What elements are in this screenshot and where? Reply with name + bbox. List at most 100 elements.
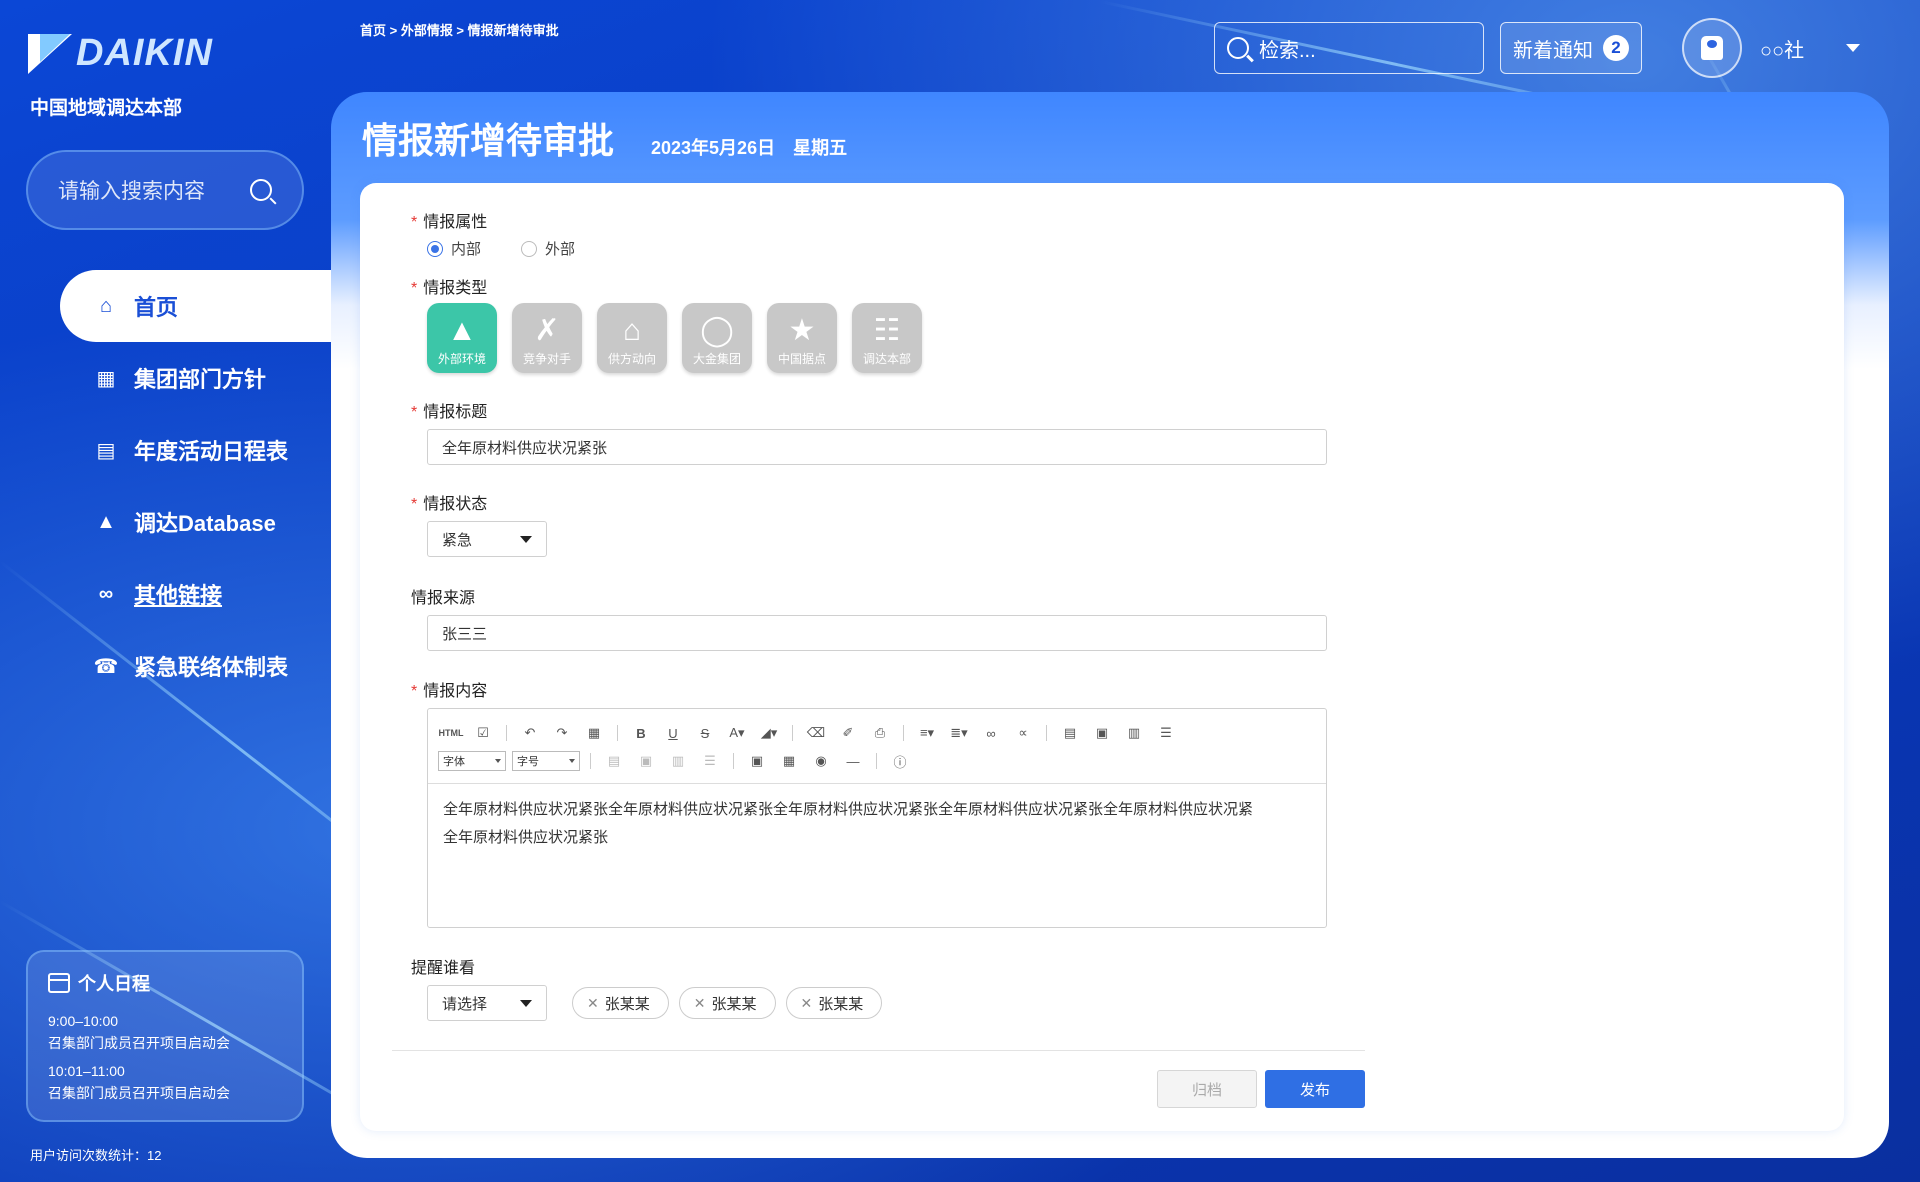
- sidebar-item-database[interactable]: ▲ 调达Database: [60, 486, 332, 558]
- align-left-icon[interactable]: ▤: [1057, 721, 1083, 745]
- schedule-event[interactable]: 10:01–11:00 召集部门成员召开项目启动会: [48, 1060, 282, 1104]
- type-supplier[interactable]: ⌂ 供方动向: [597, 303, 667, 373]
- search-icon[interactable]: [250, 179, 272, 201]
- remind-chip[interactable]: ✕ 张某某: [572, 987, 669, 1019]
- select-all-icon[interactable]: ☑: [470, 721, 496, 745]
- map-pin-icon[interactable]: ◉: [808, 749, 834, 773]
- remind-select[interactable]: 请选择: [427, 985, 547, 1021]
- notification-count-badge: 2: [1603, 35, 1629, 61]
- breadcrumb[interactable]: 首页 > 外部情报 > 情报新增待审批: [360, 20, 559, 39]
- remind-chip[interactable]: ✕ 张某某: [678, 987, 776, 1019]
- paste-icon[interactable]: ⎙: [867, 721, 893, 745]
- chevron-down-icon[interactable]: [1846, 44, 1860, 52]
- close-icon[interactable]: ✕: [801, 995, 813, 1012]
- align-right-icon[interactable]: ▥: [1121, 721, 1147, 745]
- numbered-list-icon[interactable]: ≣▾: [946, 721, 972, 745]
- strikethrough-icon[interactable]: S: [692, 721, 718, 745]
- sidebar-item-emergency[interactable]: ☎ 紧急联络体制表: [60, 630, 332, 702]
- remind-label: 提醒谁看: [411, 960, 476, 977]
- event-desc: 召集部门成员召开项目启动会: [48, 1035, 230, 1051]
- link-icon[interactable]: ∞: [978, 721, 1004, 745]
- horizontal-rule-icon[interactable]: —: [840, 749, 866, 773]
- attr-radio-group: 内部 外部: [427, 238, 575, 259]
- home-icon: ⌂: [99, 294, 113, 317]
- rich-text-editor[interactable]: HTML ☑ ↶ ↷ ▦ B U S A▾ ◢▾ ⌫ ✐ ⎙ ≡▾ ≣▾ ∞ ∝…: [427, 708, 1327, 928]
- source-label: 情报来源: [411, 590, 476, 607]
- undo-icon[interactable]: ↶: [517, 721, 543, 745]
- help-icon[interactable]: ⓘ: [887, 749, 913, 773]
- remind-chip[interactable]: ✕ 张某某: [785, 987, 883, 1019]
- sidebar-item-label: 紧急联络体制表: [134, 655, 289, 680]
- title-input[interactable]: 全年原材料供应状况紧张: [427, 429, 1327, 465]
- schedule-event[interactable]: 9:00–10:00 召集部门成员召开项目启动会: [48, 1010, 282, 1054]
- status-label: * 情报状态: [411, 496, 488, 513]
- indent-left-icon[interactable]: ▤: [601, 749, 627, 773]
- logo-text: DAIKIN: [76, 32, 213, 74]
- attr-radio-external[interactable]: 外部: [521, 238, 575, 259]
- sidebar-item-home[interactable]: ⌂ 首页: [60, 270, 332, 342]
- justify-icon[interactable]: ☰: [1153, 721, 1179, 745]
- underline-icon[interactable]: U: [660, 721, 686, 745]
- globe-icon: ◯: [700, 314, 734, 347]
- status-select[interactable]: 紧急: [427, 521, 547, 557]
- header-search-placeholder: 检索...: [1259, 39, 1316, 62]
- radio-dot[interactable]: [427, 240, 443, 257]
- org-name: 中国地域调达本部: [30, 98, 183, 119]
- required-mark: *: [411, 496, 418, 513]
- format-painter-icon[interactable]: ▦: [581, 721, 607, 745]
- chart-icon: ▲: [96, 510, 116, 533]
- sidebar-search-input[interactable]: 请输入搜索内容: [26, 150, 304, 230]
- avatar[interactable]: [1682, 18, 1742, 78]
- radio-dot[interactable]: [521, 240, 538, 257]
- editor-content[interactable]: 全年原材料供应状况紧张全年原材料供应状况紧张全年原材料供应状况紧张全年原材料供应…: [428, 784, 1326, 864]
- table-icon[interactable]: ▦: [776, 749, 802, 773]
- phone-icon: ☎: [93, 655, 119, 678]
- sidebar-item-label: 其他链接: [134, 583, 223, 608]
- font-color-icon[interactable]: A▾: [724, 721, 750, 745]
- sidebar-item-label: 年度活动日程表: [134, 439, 289, 464]
- org-chart-icon: ☷: [873, 314, 901, 347]
- unlink-icon[interactable]: ∝: [1010, 721, 1036, 745]
- bold-icon[interactable]: B: [628, 721, 654, 745]
- brush-icon[interactable]: ✐: [835, 721, 861, 745]
- remind-chips: ✕ 张某某 ✕ 张某某 ✕ 张某某: [572, 987, 883, 1019]
- font-family-select[interactable]: 字体: [438, 751, 506, 771]
- attr-radio-internal[interactable]: 内部: [427, 238, 481, 259]
- publish-button[interactable]: 发布: [1265, 1070, 1365, 1108]
- daikin-logo[interactable]: DAIKIN: [28, 32, 213, 75]
- type-china-base[interactable]: ★ 中国据点: [767, 303, 837, 373]
- indent-center-icon[interactable]: ▣: [633, 749, 659, 773]
- type-competitor[interactable]: ✗ 竞争对手: [512, 303, 582, 373]
- title-label: * 情报标题: [411, 404, 488, 421]
- highlight-color-icon[interactable]: ◢▾: [756, 721, 782, 745]
- indent-right-icon[interactable]: ▥: [665, 749, 691, 773]
- close-icon[interactable]: ✕: [694, 995, 706, 1012]
- event-time: 10:01–11:00: [48, 1063, 125, 1079]
- eraser-icon[interactable]: ⌫: [803, 721, 829, 745]
- type-procurement-hq[interactable]: ☷ 调达本部: [852, 303, 922, 373]
- html-source-button[interactable]: HTML: [438, 721, 464, 745]
- type-external-env[interactable]: ▲ 外部环境: [427, 303, 497, 373]
- required-mark: *: [411, 214, 418, 231]
- search-icon: [1227, 37, 1249, 59]
- image-icon[interactable]: ▣: [744, 749, 770, 773]
- notification-button[interactable]: 新着通知 2: [1500, 22, 1642, 74]
- font-size-select[interactable]: 字号: [512, 751, 580, 771]
- remind-select-value: 请选择: [442, 995, 488, 1013]
- archive-button[interactable]: 归档: [1157, 1070, 1257, 1108]
- sidebar-item-schedule[interactable]: ▤ 年度活动日程表: [60, 414, 332, 486]
- redo-icon[interactable]: ↷: [549, 721, 575, 745]
- bullet-list-icon[interactable]: ≡▾: [914, 721, 940, 745]
- building-icon: ▦: [96, 367, 116, 390]
- source-input[interactable]: 张三三: [427, 615, 1327, 651]
- header-search-input[interactable]: 检索...: [1214, 22, 1484, 74]
- required-mark: *: [411, 404, 418, 421]
- sidebar-item-links[interactable]: ∞ 其他链接: [60, 558, 332, 630]
- attr-label: * 情报属性: [411, 214, 488, 231]
- user-name[interactable]: ○○社: [1760, 34, 1804, 63]
- indent-justify-icon[interactable]: ☰: [697, 749, 723, 773]
- align-center-icon[interactable]: ▣: [1089, 721, 1115, 745]
- type-daikin-group[interactable]: ◯ 大金集团: [682, 303, 752, 373]
- sidebar-item-policy[interactable]: ▦ 集团部门方针: [60, 342, 332, 414]
- close-icon[interactable]: ✕: [587, 995, 599, 1012]
